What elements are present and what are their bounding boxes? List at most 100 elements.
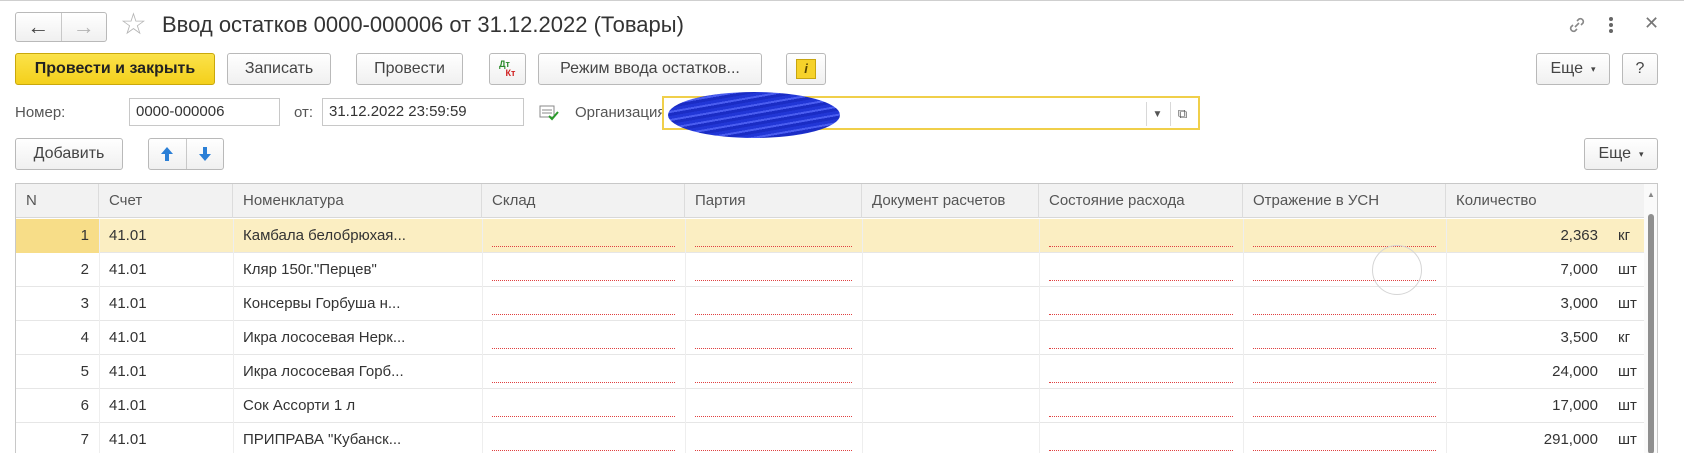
cell-item[interactable]: Консервы Горбуша н... xyxy=(233,287,482,321)
move-up-icon[interactable] xyxy=(149,139,186,169)
cell-quantity[interactable]: 2,363 xyxy=(1446,219,1608,253)
open-icon[interactable]: ⧉ xyxy=(1170,102,1194,126)
cell-item[interactable]: Сок Ассорти 1 л xyxy=(233,389,482,423)
column-header-settlement-document[interactable]: Документ расчетов xyxy=(862,184,1039,218)
table-row[interactable]: 7 41.01 ПРИПРАВА "Кубанск... 291,000 шт xyxy=(16,423,1644,453)
required-field-underline xyxy=(1253,382,1436,383)
number-field[interactable]: 0000-000006 xyxy=(129,98,280,126)
date-field[interactable]: 31.12.2022 23:59:59 xyxy=(322,98,524,126)
move-buttons xyxy=(148,138,224,170)
menu-dots-icon[interactable] xyxy=(1608,16,1614,38)
required-field-underline xyxy=(1049,280,1233,281)
column-header-usn[interactable]: Отражение в УСН xyxy=(1243,184,1446,218)
column-separator xyxy=(685,389,686,423)
cell-unit[interactable]: шт xyxy=(1608,355,1644,389)
table-more-label: Еще xyxy=(1598,145,1632,162)
column-separator xyxy=(1243,389,1244,423)
calendar-check-icon[interactable] xyxy=(539,104,559,126)
cell-unit[interactable]: шт xyxy=(1608,389,1644,423)
cell-quantity[interactable]: 17,000 xyxy=(1446,389,1608,423)
cell-n[interactable]: 7 xyxy=(16,423,99,453)
help-button[interactable]: ? xyxy=(1622,53,1658,85)
cell-item[interactable]: Кляр 150г."Перцев" xyxy=(233,253,482,287)
column-header-expense-state[interactable]: Состояние расхода xyxy=(1039,184,1243,218)
required-field-underline xyxy=(492,348,675,349)
favorite-star-icon[interactable]: ☆ xyxy=(120,10,147,40)
cell-account[interactable]: 41.01 xyxy=(99,321,233,355)
cell-quantity[interactable]: 3,000 xyxy=(1446,287,1608,321)
post-and-close-button[interactable]: Провести и закрыть xyxy=(15,53,215,85)
column-header-quantity[interactable]: Количество xyxy=(1446,184,1644,218)
vertical-scrollbar[interactable]: ▲ xyxy=(1644,184,1657,453)
dropdown-caret-icon: ▾ xyxy=(1639,148,1644,159)
scroll-up-icon[interactable]: ▲ xyxy=(1647,190,1655,199)
column-separator xyxy=(862,287,863,321)
column-separator xyxy=(482,219,483,253)
column-header-warehouse[interactable]: Склад xyxy=(482,184,685,218)
number-label: Номер: xyxy=(15,104,66,121)
dt-kt-button[interactable]: Дт Кт xyxy=(489,53,526,85)
column-header-n[interactable]: N xyxy=(16,184,99,218)
column-header-batch[interactable]: Партия xyxy=(685,184,862,218)
scrollbar-thumb[interactable] xyxy=(1648,214,1654,453)
table-row[interactable]: 4 41.01 Икра лососевая Нерк... 3,500 кг xyxy=(16,321,1644,355)
cell-account[interactable]: 41.01 xyxy=(99,355,233,389)
column-separator xyxy=(1039,355,1040,389)
cell-quantity[interactable]: 7,000 xyxy=(1446,253,1608,287)
dropdown-arrow-icon[interactable]: ▼ xyxy=(1146,102,1168,126)
cell-unit[interactable]: шт xyxy=(1608,287,1644,321)
column-separator xyxy=(685,219,686,253)
required-field-underline xyxy=(1049,382,1233,383)
cell-account[interactable]: 41.01 xyxy=(99,219,233,253)
cell-quantity[interactable]: 24,000 xyxy=(1446,355,1608,389)
column-separator xyxy=(1039,219,1040,253)
cell-n[interactable]: 5 xyxy=(16,355,99,389)
cell-item[interactable]: ПРИПРАВА "Кубанск... xyxy=(233,423,482,453)
link-icon[interactable] xyxy=(1566,14,1588,40)
close-icon[interactable]: ✕ xyxy=(1644,14,1659,32)
cell-n[interactable]: 4 xyxy=(16,321,99,355)
cell-unit[interactable]: кг xyxy=(1608,219,1644,253)
cell-item[interactable]: Икра лососевая Нерк... xyxy=(233,321,482,355)
cell-item[interactable]: Камбала белобрюхая... xyxy=(233,219,482,253)
window-title: Ввод остатков 0000-000006 от 31.12.2022 … xyxy=(162,12,684,37)
table-row[interactable]: 5 41.01 Икра лососевая Горб... 24,000 шт xyxy=(16,355,1644,389)
required-field-underline xyxy=(492,280,675,281)
post-button[interactable]: Провести xyxy=(356,53,463,85)
cell-n[interactable]: 3 xyxy=(16,287,99,321)
column-separator xyxy=(1039,423,1040,453)
cell-unit[interactable]: кг xyxy=(1608,321,1644,355)
required-field-underline xyxy=(1253,314,1436,315)
balance-entry-mode-button[interactable]: Режим ввода остатков... xyxy=(538,53,762,85)
cell-account[interactable]: 41.01 xyxy=(99,287,233,321)
cell-quantity[interactable]: 291,000 xyxy=(1446,423,1608,453)
info-button[interactable]: i xyxy=(786,53,826,85)
cell-unit[interactable]: шт xyxy=(1608,423,1644,453)
redaction-scribble xyxy=(668,92,840,138)
table-row[interactable]: 6 41.01 Сок Ассорти 1 л 17,000 шт xyxy=(16,389,1644,423)
cell-account[interactable]: 41.01 xyxy=(99,389,233,423)
cell-quantity[interactable]: 3,500 xyxy=(1446,321,1608,355)
column-separator xyxy=(1243,321,1244,355)
column-separator xyxy=(685,355,686,389)
info-icon: i xyxy=(796,59,816,79)
top-rule xyxy=(0,0,1684,1)
cell-account[interactable]: 41.01 xyxy=(99,253,233,287)
column-separator xyxy=(1039,321,1040,355)
back-arrow-icon[interactable]: ← xyxy=(16,13,61,41)
add-button[interactable]: Добавить xyxy=(15,138,123,170)
cell-account[interactable]: 41.01 xyxy=(99,423,233,453)
more-button[interactable]: Еще ▾ xyxy=(1536,53,1610,85)
column-header-account[interactable]: Счет xyxy=(99,184,233,218)
save-button[interactable]: Записать xyxy=(227,53,331,85)
cell-n[interactable]: 1 xyxy=(16,219,99,253)
column-separator xyxy=(482,321,483,355)
forward-arrow-icon[interactable]: → xyxy=(60,13,107,41)
cell-n[interactable]: 6 xyxy=(16,389,99,423)
column-header-item[interactable]: Номенклатура xyxy=(233,184,482,218)
cell-n[interactable]: 2 xyxy=(16,253,99,287)
cell-unit[interactable]: шт xyxy=(1608,253,1644,287)
move-down-icon[interactable] xyxy=(185,139,224,169)
table-more-button[interactable]: Еще ▾ xyxy=(1584,138,1658,170)
cell-item[interactable]: Икра лососевая Горб... xyxy=(233,355,482,389)
